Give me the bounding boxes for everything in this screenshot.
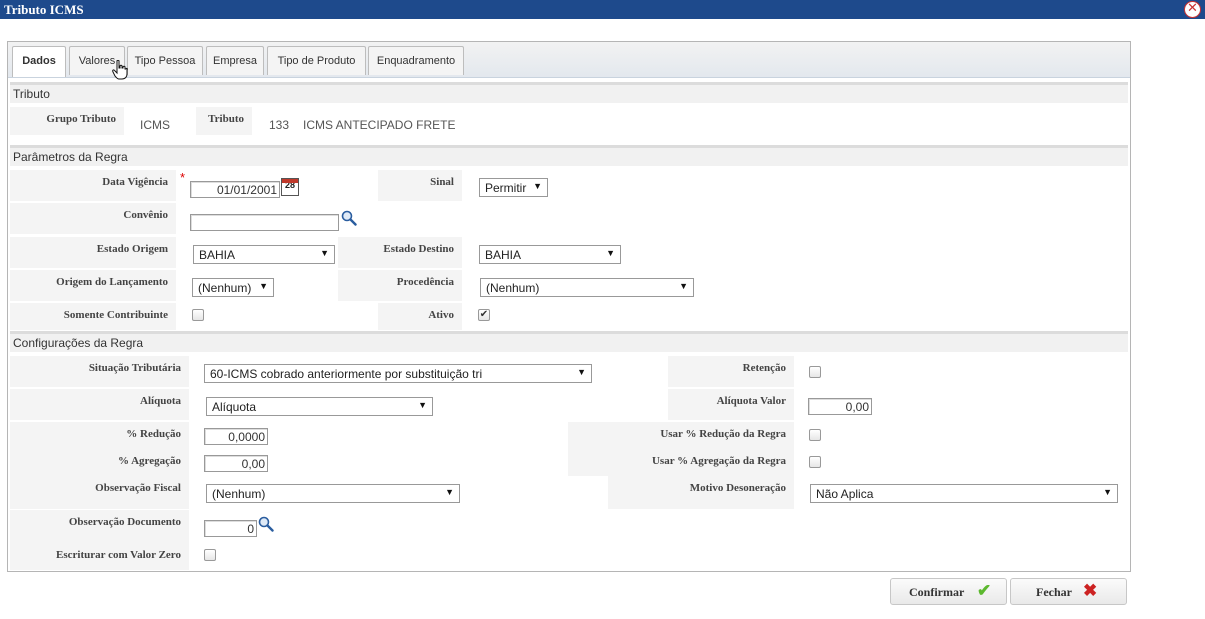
observacao-documento-label: Observação Documento bbox=[10, 510, 189, 543]
checkmark-icon: ✔ bbox=[977, 581, 992, 600]
sinal-label: Sinal bbox=[378, 170, 462, 201]
reducao-label: % Redução bbox=[10, 422, 189, 449]
procedencia-label: Procedência bbox=[338, 270, 462, 301]
observacao-fiscal-label: Observação Fiscal bbox=[10, 476, 189, 509]
origem-lancamento-select[interactable]: (Nenhum) ▼ bbox=[192, 278, 274, 297]
data-vigencia-input[interactable]: 01/01/2001 bbox=[190, 181, 280, 198]
chevron-down-icon: ▼ bbox=[259, 281, 268, 291]
calendar-icon[interactable]: 28 bbox=[281, 178, 299, 196]
convenio-input[interactable] bbox=[190, 214, 339, 231]
usar-reducao-label: Usar % Redução da Regra bbox=[568, 422, 794, 449]
ativo-label: Ativo bbox=[378, 303, 462, 330]
section-tributo: Tributo bbox=[10, 82, 1128, 103]
escriturar-valor-zero-checkbox[interactable] bbox=[204, 549, 216, 561]
estado-destino-select[interactable]: BAHIA ▼ bbox=[479, 245, 621, 264]
retencao-label: Retenção bbox=[668, 356, 794, 387]
observacao-fiscal-select[interactable]: (Nenhum) ▼ bbox=[206, 484, 460, 503]
estado-origem-label: Estado Origem bbox=[10, 237, 176, 268]
search-icon[interactable] bbox=[341, 210, 357, 226]
aliquota-label: Alíquota bbox=[10, 389, 189, 420]
chevron-down-icon: ▼ bbox=[577, 367, 586, 377]
tributo-label: Tributo bbox=[196, 107, 252, 135]
chevron-down-icon: ▼ bbox=[320, 248, 329, 258]
chevron-down-icon: ▼ bbox=[418, 400, 427, 410]
situacao-tributaria-select[interactable]: 60-ICMS cobrado anteriormente por substi… bbox=[204, 364, 592, 383]
estado-origem-value: BAHIA bbox=[199, 248, 236, 262]
observacao-fiscal-value: (Nenhum) bbox=[212, 487, 266, 501]
somente-contribuinte-checkbox[interactable] bbox=[192, 309, 204, 321]
agregacao-label: % Agregação bbox=[10, 449, 189, 476]
observacao-documento-input[interactable]: 0 bbox=[204, 520, 257, 537]
tab-tipo-pessoa[interactable]: Tipo Pessoa bbox=[127, 46, 203, 75]
tributo-description: ICMS ANTECIPADO FRETE bbox=[303, 118, 456, 132]
tab-dados[interactable]: Dados bbox=[12, 46, 66, 77]
situacao-tributaria-label: Situação Tributária bbox=[10, 356, 189, 387]
somente-contribuinte-label: Somente Contribuinte bbox=[10, 303, 176, 330]
chevron-down-icon: ▼ bbox=[679, 281, 688, 291]
tab-enquadramento[interactable]: Enquadramento bbox=[368, 46, 464, 75]
aliquota-valor-label: Alíquota Valor bbox=[668, 389, 794, 420]
tab-strip: Dados Valores Tipo Pessoa Empresa Tipo d… bbox=[8, 42, 1130, 80]
origem-lancamento-value: (Nenhum) bbox=[198, 281, 252, 295]
aliquota-select[interactable]: Alíquota ▼ bbox=[206, 397, 433, 416]
usar-agregacao-label: Usar % Agregação da Regra bbox=[568, 449, 794, 476]
x-icon: ✖ bbox=[1083, 581, 1098, 600]
motivo-desoneracao-value: Não Aplica bbox=[816, 487, 874, 501]
required-marker: * bbox=[180, 170, 186, 185]
agregacao-input[interactable]: 0,00 bbox=[204, 455, 268, 472]
situacao-tributaria-value: 60-ICMS cobrado anteriormente por substi… bbox=[210, 367, 483, 381]
aliquota-value: Alíquota bbox=[212, 400, 257, 414]
motivo-desoneracao-label: Motivo Desoneração bbox=[608, 476, 794, 509]
window-title: Tributo ICMS bbox=[4, 2, 84, 17]
estado-destino-value: BAHIA bbox=[485, 248, 522, 262]
ativo-checkbox[interactable]: ✔ bbox=[478, 309, 490, 321]
motivo-desoneracao-select[interactable]: Não Aplica ▼ bbox=[810, 484, 1118, 503]
procedencia-select[interactable]: (Nenhum) ▼ bbox=[480, 278, 694, 297]
grupo-tributo-value: ICMS bbox=[140, 118, 170, 132]
confirm-label: Confirmar bbox=[909, 585, 965, 599]
search-icon[interactable] bbox=[258, 516, 274, 532]
convenio-label: Convênio bbox=[10, 203, 176, 234]
close-label: Fechar bbox=[1036, 585, 1072, 599]
sinal-value: Permitir bbox=[485, 181, 527, 195]
usar-reducao-checkbox[interactable] bbox=[809, 429, 821, 441]
chevron-down-icon: ▼ bbox=[445, 487, 454, 497]
escriturar-valor-zero-label: Escriturar com Valor Zero bbox=[10, 543, 189, 570]
retencao-checkbox[interactable] bbox=[809, 366, 821, 378]
chevron-down-icon: ▼ bbox=[1103, 487, 1112, 497]
reducao-input[interactable]: 0,0000 bbox=[204, 428, 268, 445]
close-icon[interactable]: ✕ bbox=[1184, 1, 1201, 18]
close-button[interactable]: Fechar ✖ bbox=[1010, 578, 1127, 605]
sinal-select[interactable]: Permitir ▼ bbox=[479, 178, 548, 197]
tab-tipo-de-produto[interactable]: Tipo de Produto bbox=[267, 46, 366, 75]
aliquota-valor-input[interactable]: 0,00 bbox=[808, 398, 872, 415]
estado-destino-label: Estado Destino bbox=[338, 237, 462, 268]
chevron-down-icon: ▼ bbox=[533, 181, 542, 191]
tributo-code: 133 bbox=[269, 118, 290, 132]
section-parametros: Parâmetros da Regra bbox=[10, 145, 1128, 166]
section-configuracoes: Configurações da Regra bbox=[10, 331, 1128, 352]
confirm-button[interactable]: Confirmar ✔ bbox=[890, 578, 1007, 605]
hand-cursor-icon bbox=[112, 60, 128, 80]
data-vigencia-label: Data Vigência bbox=[10, 170, 176, 201]
tab-empresa[interactable]: Empresa bbox=[206, 46, 264, 75]
form-panel: Dados Valores Tipo Pessoa Empresa Tipo d… bbox=[7, 41, 1131, 572]
estado-origem-select[interactable]: BAHIA ▼ bbox=[193, 245, 335, 264]
grupo-tributo-label: Grupo Tributo bbox=[10, 107, 124, 135]
usar-agregacao-checkbox[interactable] bbox=[809, 456, 821, 468]
origem-lancamento-label: Origem do Lançamento bbox=[10, 270, 176, 301]
chevron-down-icon: ▼ bbox=[606, 248, 615, 258]
window-titlebar: Tributo ICMS ✕ bbox=[0, 0, 1205, 19]
procedencia-value: (Nenhum) bbox=[486, 281, 540, 295]
